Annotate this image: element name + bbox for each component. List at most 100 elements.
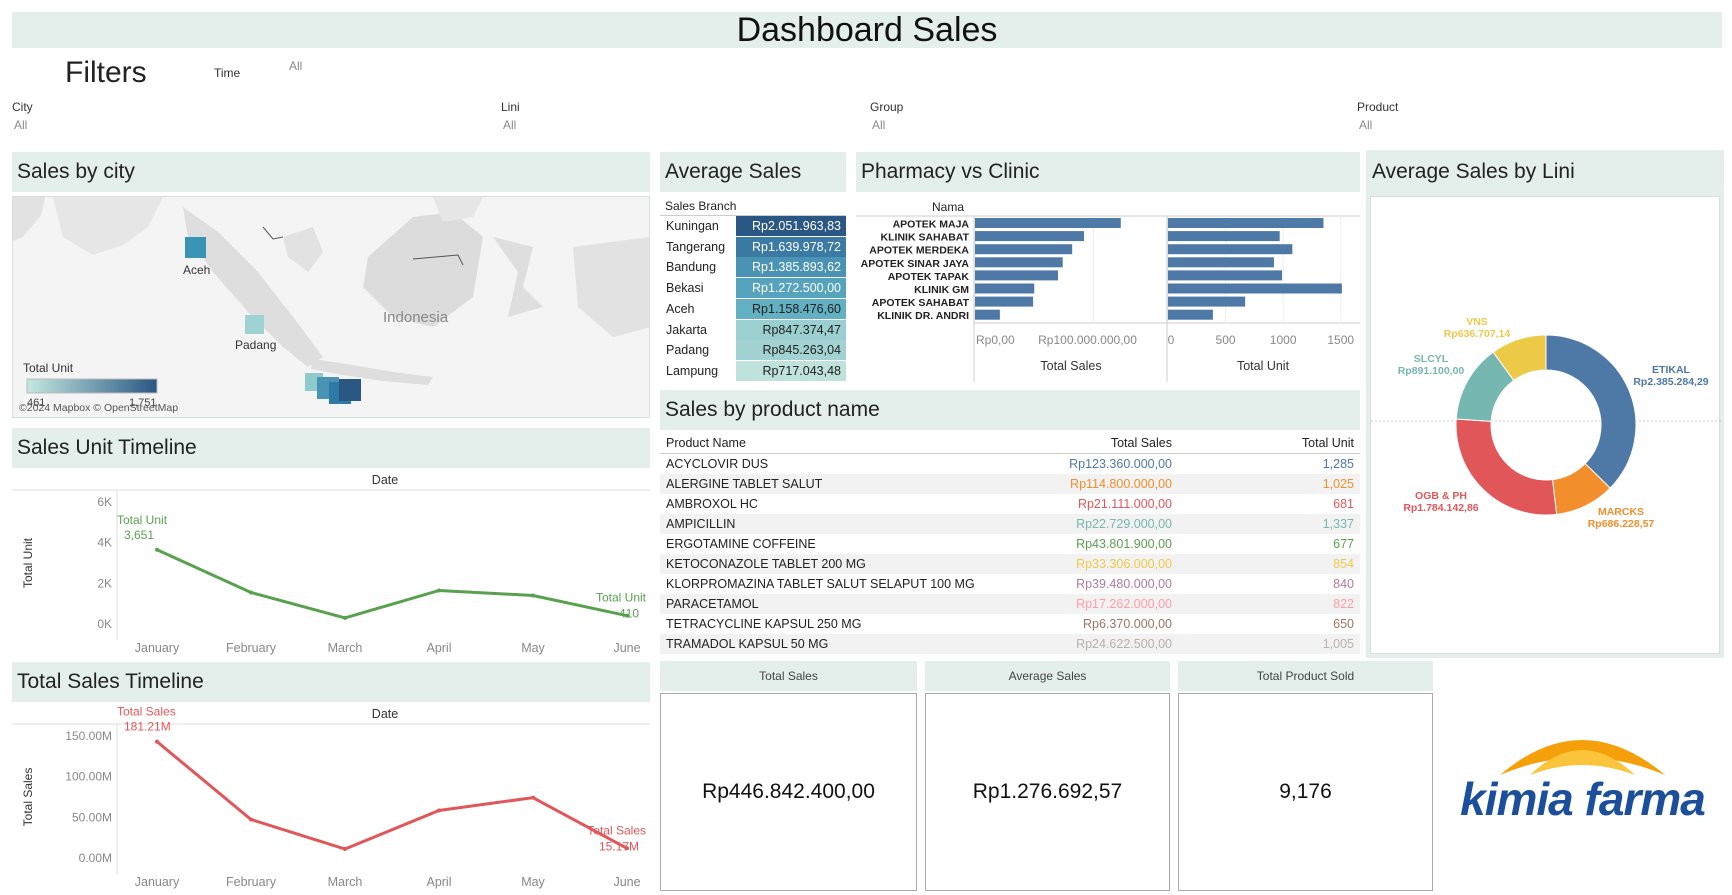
indonesia-map — [13, 197, 649, 404]
logo-sun-icon — [1500, 740, 1665, 775]
pvc-sales-bar[interactable] — [975, 270, 1058, 281]
average-sales-row[interactable]: Aceh Rp1.158.476,60 — [660, 298, 846, 319]
col-total-unit[interactable]: Total Unit — [1302, 433, 1354, 453]
average-sales-row[interactable]: Tangerang Rp1.639.978,72 — [660, 236, 846, 257]
line-chart-title: Date — [372, 473, 398, 487]
line-point[interactable] — [531, 593, 535, 598]
sales-by-city-map[interactable]: Aceh Padang Indonesia Total Unit 461 1,7… — [12, 196, 650, 418]
donut-slice[interactable] — [1545, 334, 1637, 489]
map-label-indonesia: Indonesia — [383, 309, 449, 326]
average-sales-row[interactable]: Bandung Rp1.385.893,62 — [660, 257, 846, 278]
line-point[interactable] — [437, 588, 441, 593]
pvc-unit-bar[interactable] — [1168, 270, 1282, 281]
pvc-sales-bar[interactable] — [975, 309, 1000, 320]
product-name: ALERGINE TABLET SALUT — [666, 477, 823, 491]
table-row[interactable]: ALERGINE TABLET SALUT Rp114.800.000,00 1,0… — [660, 474, 1360, 494]
branch-average-value: Rp1.272.500,00 — [736, 278, 846, 299]
pvc-unit-bar[interactable] — [1168, 309, 1213, 320]
pvc-unit-bar[interactable] — [1168, 218, 1324, 228]
pvc-unit-bar[interactable] — [1168, 244, 1293, 255]
sales-unit-timeline-chart[interactable]: Date Total Unit 6K 4K 2K 0K January February Mar… — [12, 470, 650, 658]
line-chart-ytick: 150.00M — [65, 729, 112, 743]
average-sales-row[interactable]: Bekasi Rp1.272.500,00 — [660, 278, 846, 299]
filter-product-value[interactable]: All — [1359, 118, 1372, 132]
pvc-unit-axis-title: Total Unit — [1237, 359, 1290, 373]
line-chart-ytick: 0.00M — [79, 851, 112, 865]
pvc-sales-bar[interactable] — [975, 257, 1063, 268]
line-point[interactable] — [155, 547, 159, 552]
pvc-sales-bar[interactable] — [975, 296, 1034, 307]
map-label-padang: Padang — [235, 338, 277, 352]
donut-value-label: Rp636.707,14 — [1444, 328, 1511, 340]
line-chart-xtick: February — [226, 875, 277, 889]
pvc-category-label: APOTEK SINAR JAYA — [861, 258, 970, 270]
pvc-sales-bar[interactable] — [975, 244, 1073, 255]
pvc-column-header: Nama — [932, 200, 964, 214]
product-total-unit: 1,285 — [1322, 457, 1354, 471]
branch-average-value: Rp1.158.476,60 — [736, 298, 846, 319]
table-row[interactable]: ACYCLOVIR DUS Rp123.360.000,00 1,285 — [660, 454, 1360, 474]
sales-by-product-title: Sales by product name — [665, 398, 880, 421]
table-row[interactable]: AMBROXOL HC Rp21.111.000,00 681 — [660, 494, 1360, 514]
average-sales-header: Average Sales — [660, 152, 846, 192]
product-total-sales: Rp114.800.000,00 — [1070, 477, 1172, 491]
line-point[interactable] — [343, 847, 347, 852]
filter-lini-value[interactable]: All — [503, 118, 516, 132]
branch-name: Jakarta — [666, 322, 707, 337]
line-chart-ytick: 4K — [97, 536, 112, 550]
avg-lini-panel[interactable]: ETIKAL Rp2.385.284,29 MARCKS Rp686.228,57 OG… — [1370, 196, 1721, 654]
total-sales-timeline-chart[interactable]: Date Total Sales 150.00M 100.00M 50.00M 0.00M… — [12, 704, 650, 892]
pvc-category-label: APOTEK SAHABAT — [872, 297, 970, 309]
donut-slice[interactable] — [1455, 418, 1558, 516]
donut-category-label: SLCYL — [1414, 353, 1449, 365]
line-point[interactable] — [155, 739, 159, 744]
table-row[interactable]: TETRACYCLINE KAPSUL 250 MG Rp6.370.000,00… — [660, 614, 1360, 634]
pvc-unit-bar[interactable] — [1168, 283, 1342, 294]
line-series[interactable] — [156, 548, 628, 620]
average-sales-row[interactable]: Padang Rp845.263,04 — [660, 340, 846, 361]
average-sales-row[interactable]: Lampung Rp717.043,48 — [660, 360, 846, 381]
pvc-unit-bar[interactable] — [1168, 257, 1274, 268]
col-total-sales[interactable]: Total Sales — [1111, 433, 1172, 453]
filter-group-label: Group — [870, 100, 904, 114]
pharmacy-vs-clinic-title: Pharmacy vs Clinic — [861, 160, 1040, 183]
col-product-name[interactable]: Product Name — [666, 433, 746, 453]
average-sales-row[interactable]: Kuningan Rp2.051.963,83 — [660, 216, 846, 236]
table-row[interactable]: KLORPROMAZINA TABLET SALUT SELAPUT 100 M… — [660, 574, 1360, 594]
product-total-unit: 677 — [1333, 537, 1354, 551]
product-total-unit: 1,337 — [1322, 517, 1354, 531]
line-chart-xtick: March — [328, 641, 363, 655]
table-row[interactable]: ERGOTAMINE COFFEINE Rp43.801.900,00 677 — [660, 534, 1360, 554]
line-series[interactable] — [156, 740, 628, 851]
line-point[interactable] — [343, 615, 347, 620]
filter-city-value[interactable]: All — [14, 118, 27, 132]
branch-average-value: Rp1.385.893,62 — [736, 257, 846, 278]
line-point[interactable] — [249, 590, 253, 595]
sales-by-product-header: Sales by product name — [660, 390, 1360, 430]
kpi-product-sold-value: 9,176 — [1279, 780, 1332, 803]
filter-group-value[interactable]: All — [872, 118, 885, 132]
line-chart-xtick: May — [521, 641, 545, 655]
pvc-sales-bar[interactable] — [975, 231, 1085, 242]
pharmacy-vs-clinic-chart[interactable]: Nama APOTEK MAJA KLINIK SAHABAT APOTEK MERD… — [856, 196, 1360, 382]
line-chart-xtick: June — [613, 641, 640, 655]
product-name: KLORPROMAZINA TABLET SALUT SELAPUT 100 M… — [666, 577, 975, 591]
line-point[interactable] — [437, 808, 441, 813]
average-sales-row[interactable]: Jakarta Rp847.374,47 — [660, 319, 846, 340]
pvc-category-label: APOTEK MAJA — [893, 219, 970, 231]
line-point[interactable] — [249, 817, 253, 822]
table-row[interactable]: PARACETAMOL Rp17.262.000,00 822 — [660, 594, 1360, 614]
donut-category-label: OGB & PH — [1415, 490, 1467, 502]
pvc-sales-bar[interactable] — [975, 283, 1035, 294]
logo-text: kimia farma — [1460, 773, 1706, 825]
filter-time-label: Time — [214, 66, 241, 80]
pvc-unit-bar[interactable] — [1168, 296, 1246, 307]
pvc-sales-bar[interactable] — [975, 218, 1121, 228]
page-title: Dashboard Sales — [736, 11, 998, 49]
line-point[interactable] — [531, 795, 535, 800]
table-row[interactable]: AMPICILLIN Rp22.729.000,00 1,337 — [660, 514, 1360, 534]
filter-time-value[interactable]: All — [289, 59, 302, 73]
pvc-unit-bar[interactable] — [1168, 231, 1280, 242]
table-row[interactable]: KETOCONAZOLE TABLET 200 MG Rp33.306.000,0… — [660, 554, 1360, 574]
table-row[interactable]: TRAMADOL KAPSUL 50 MG Rp24.622.500,00 1,00… — [660, 634, 1360, 654]
